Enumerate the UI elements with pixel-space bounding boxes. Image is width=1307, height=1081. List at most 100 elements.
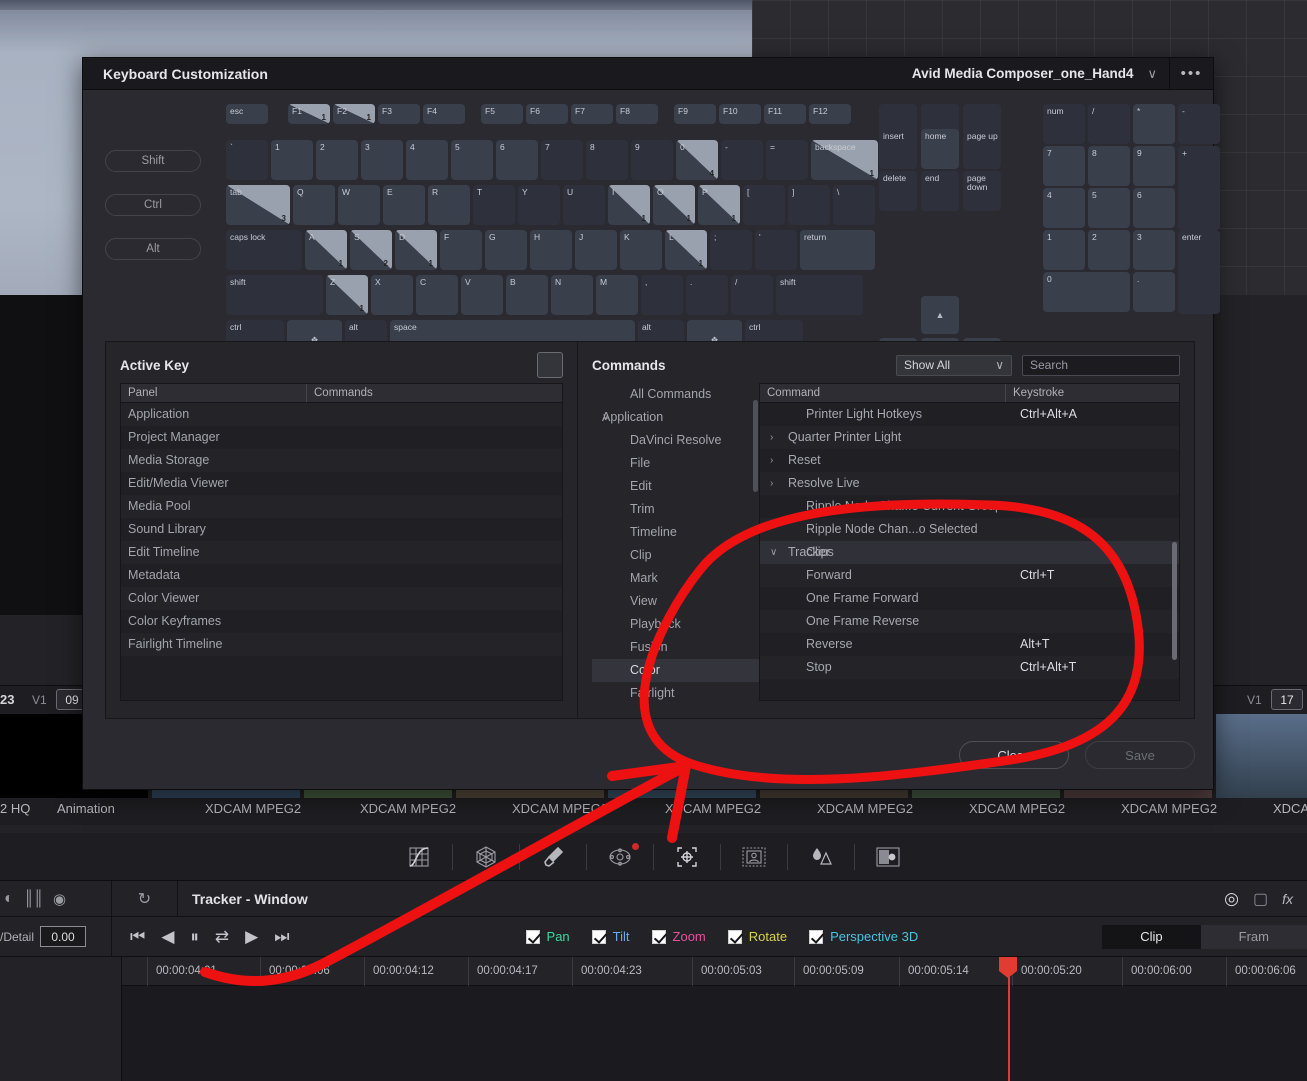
table-row[interactable]: Sound Library [121,518,562,541]
tree-item-view[interactable]: View [592,590,759,613]
checkbox-icon[interactable] [591,929,606,944]
key-7[interactable]: 7 [1043,146,1085,186]
3d-cube-icon[interactable]: ▢ [1253,889,1268,909]
tree-item-trim[interactable]: Trim [592,498,759,521]
checkbox-icon[interactable] [727,929,742,944]
keystroke-cell[interactable]: Ctrl+Alt+A [1006,403,1179,426]
save-button[interactable]: Save [1085,741,1195,769]
key-pagedown[interactable]: page down [963,171,1001,211]
key-[interactable]: ' [755,230,797,270]
key-D[interactable]: D1 [395,230,437,270]
tree-item-mark[interactable]: Mark [592,567,759,590]
command-row[interactable]: Stop Ctrl+Alt+T [760,656,1179,679]
key-F1[interactable]: F1 1 [288,104,330,124]
key-0[interactable]: 04 [676,140,718,180]
dialog-panels[interactable]: Active Key Panel Commands Application Pro… [105,341,1195,719]
key-R[interactable]: R [428,185,470,225]
modifier-shift-button[interactable]: Shift [105,150,201,172]
key-[interactable]: + [1178,146,1220,230]
key-[interactable]: [ [743,185,785,225]
chevron-right-icon[interactable]: › [770,426,773,449]
key-C[interactable]: C [416,275,458,315]
reset-icon[interactable]: ↻ [138,889,151,909]
commands-list[interactable]: Command Keystroke Printer Light Hotkeys C… [760,383,1180,701]
color-tools-toolbar[interactable] [0,833,1307,881]
key-capslock[interactable]: caps lock [226,230,302,270]
tracker-controls-row[interactable]: /Detail 0.00 ⏮ ◀ ⏸ ⇄ ▶ ⏭ Pan Tilt Zoom Rotate Per… [0,916,1307,957]
checkbox-icon[interactable] [651,929,666,944]
key-[interactable]: , [641,275,683,315]
tracker-transport-controls[interactable]: ⏮ ◀ ⏸ ⇄ ▶ ⏭ [130,927,290,947]
tracker-mode-toggle[interactable]: Clip Fram [1102,924,1307,949]
key-T[interactable]: T [473,185,515,225]
close-button[interactable]: Close [959,741,1069,769]
key-5[interactable]: 5 [451,140,493,180]
detail-value-field[interactable]: 0.00 [40,926,87,947]
table-row[interactable]: Project Manager [121,426,562,449]
waveform-icon[interactable]: ║║ [24,890,44,907]
key-F7[interactable]: F7 [571,104,613,124]
modifier-alt-button[interactable]: Alt [105,238,201,260]
key-F10[interactable]: F10 [719,104,761,124]
table-row[interactable]: Color Keyframes [121,610,562,633]
command-row[interactable]: Reverse Alt+T [760,633,1179,656]
key-2[interactable]: 2 [316,140,358,180]
timeline-ruler[interactable]: 00:00:04:01 00:00:04:06 00:00:04:12 00:00:0… [122,957,1307,986]
command-row[interactable]: Ripple Node Cha...o Current Group [760,495,1179,518]
track-bidirectional-icon[interactable]: ⇄ [215,927,229,947]
thumbnail[interactable] [1216,714,1307,798]
checkbox-icon[interactable] [809,929,824,944]
checkbox-pan[interactable]: Pan [525,929,570,944]
keyframe-icon[interactable]: ◉ [53,890,66,908]
tracker-target-icon[interactable]: ◎ [1224,889,1239,909]
key-L[interactable]: L1 [665,230,707,270]
search-input[interactable]: Search [1022,354,1180,376]
key-esc[interactable]: esc [226,104,268,124]
key-A[interactable]: A1 [305,230,347,270]
eyedropper-icon[interactable] [520,837,586,877]
key-tab[interactable]: tab 3 [226,185,290,225]
key-S[interactable]: S2 [350,230,392,270]
tree-item-color[interactable]: Color [592,659,759,682]
command-row[interactable]: Ripple Node Chan...o Selected Clips [760,518,1179,559]
key-B[interactable]: B [506,275,548,315]
key-M[interactable]: M [596,275,638,315]
tracker-axis-checkboxes[interactable]: Pan Tilt Zoom Rotate Perspective 3D [525,929,918,944]
command-row[interactable]: One Frame Reverse [760,610,1179,633]
key-W[interactable]: W [338,185,380,225]
key-[interactable]: ` [226,140,268,180]
blur-icon[interactable] [788,837,854,877]
key-[interactable]: ▲ [921,296,959,334]
keystroke-cell[interactable] [1006,495,1179,518]
curves-icon[interactable] [386,837,452,877]
key-[interactable]: = [766,140,808,180]
key-H[interactable]: H [530,230,572,270]
key-[interactable]: - [721,140,763,180]
table-row[interactable]: Media Storage [121,449,562,472]
command-row[interactable]: › Resolve Live [760,472,1179,495]
commands-panel[interactable]: Commands Show All ∨ Search All Commands ∨… [578,342,1194,718]
key-backspace[interactable]: backspace 1 [811,140,878,180]
key-[interactable]: ; [710,230,752,270]
key-J[interactable]: J [575,230,617,270]
key-F12[interactable]: F12 [809,104,851,124]
key-E[interactable]: E [383,185,425,225]
key-end[interactable]: end [921,171,959,211]
tree-item-fairlight[interactable]: Fairlight [592,682,759,701]
go-to-end-icon[interactable]: ⏭ [274,927,289,947]
key-home[interactable]: home [921,129,959,169]
qualifier-icon[interactable] [587,837,653,877]
key-3[interactable]: 3 [361,140,403,180]
command-row[interactable]: › Reset [760,449,1179,472]
tree-item-all-commands[interactable]: All Commands [592,383,759,406]
preset-selector[interactable]: Avid Media Composer_one_Hand4 ∨ ••• [912,57,1213,90]
commands-body[interactable]: All Commands ∨ Application DaVinci Resolve F… [592,383,1180,701]
key-4[interactable]: 4 [1043,188,1085,228]
tree-item-fusion[interactable]: Fusion [592,636,759,659]
key-[interactable]: - [1178,104,1220,144]
table-row[interactable]: Media Pool [121,495,562,518]
timeline-track-area[interactable] [122,986,1307,1081]
key-Q[interactable]: Q [293,185,335,225]
tree-item-davinci-resolve[interactable]: DaVinci Resolve [592,429,759,452]
key-0[interactable]: 0 [1043,272,1130,312]
